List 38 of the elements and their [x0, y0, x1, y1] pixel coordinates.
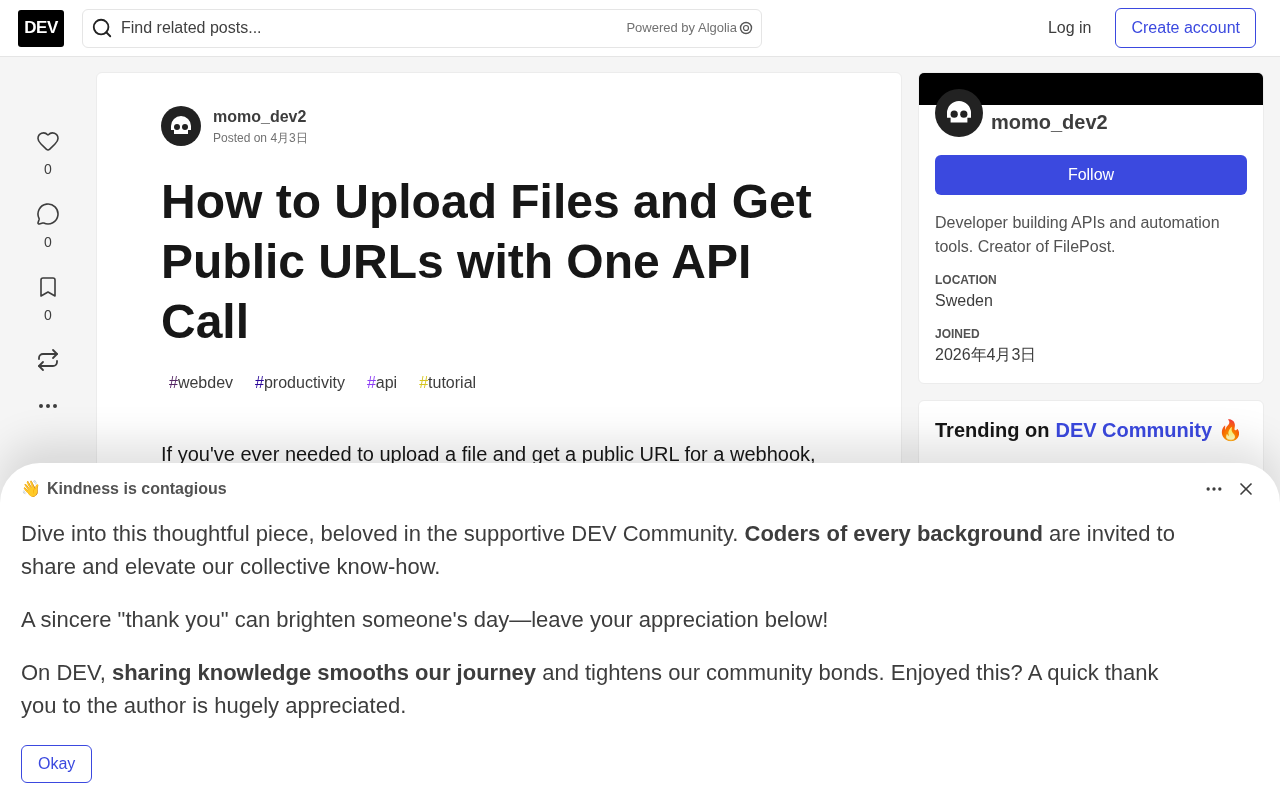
login-link[interactable]: Log in	[1031, 8, 1108, 48]
modal-paragraph: Dive into this thoughtful piece, beloved in the supportive DEV Community. Coders of every background are invited to share and elevate our collective know-how.	[21, 520, 1176, 581]
search-icon	[91, 17, 113, 39]
reaction-count: 0	[44, 233, 52, 252]
profile-name[interactable]: momo_dev2	[991, 107, 1108, 137]
profile-bio: Developer building APIs and automation tools. Creator of FilePost.	[935, 213, 1221, 257]
wave-emoji: 👋	[21, 479, 41, 499]
follow-button[interactable]: Follow	[935, 155, 1247, 195]
post-date: Posted on 4月3日	[213, 130, 308, 147]
okay-button[interactable]: Okay	[21, 745, 93, 783]
repost-icon[interactable]	[36, 348, 60, 372]
search-field[interactable]: Find related posts... Powered by Algolia	[82, 8, 762, 48]
tag-link[interactable]: #tutorial	[411, 367, 485, 399]
tag-link[interactable]: #webdev	[161, 367, 242, 399]
tag-link[interactable]: #api	[358, 367, 406, 399]
algolia-credit[interactable]: Powered by Algolia	[626, 18, 737, 38]
reaction-count: 0	[44, 306, 52, 325]
reaction-count: 0	[44, 160, 52, 179]
heart-icon[interactable]	[36, 129, 60, 153]
dev-logo[interactable]: DEV	[18, 9, 64, 47]
trending-heading: Trending on	[935, 418, 1050, 443]
author-name[interactable]: momo_dev2	[213, 105, 308, 129]
modal-title: Kindness is contagious	[47, 479, 227, 499]
algolia-icon	[739, 21, 753, 35]
tag-link[interactable]: #productivity	[247, 367, 353, 399]
article-title: How to Upload Files and Get Public URLs with One API Call	[161, 174, 813, 350]
field-value: 2026年4月3日	[935, 345, 1038, 365]
field-label: JOINED	[935, 326, 981, 343]
modal-paragraph: On DEV, sharing knowledge smooths our journey and tightens our community bonds. Enjoyed this? A quick thank you to the author is hugely appreciated.	[21, 659, 1160, 720]
field-value: Sweden	[935, 291, 994, 311]
create-account-button[interactable]: Create account	[1115, 8, 1256, 48]
profile-avatar	[935, 89, 983, 137]
community-link[interactable]: DEV Community	[1055, 415, 1213, 445]
author-avatar	[161, 106, 201, 146]
field-label: LOCATION	[935, 272, 998, 289]
modal-paragraph: A sincere "thank you" can brighten someone's day—leave your appreciation below!	[21, 606, 830, 634]
comment-icon[interactable]	[36, 202, 60, 226]
fire-emoji: 🔥	[1218, 418, 1244, 443]
